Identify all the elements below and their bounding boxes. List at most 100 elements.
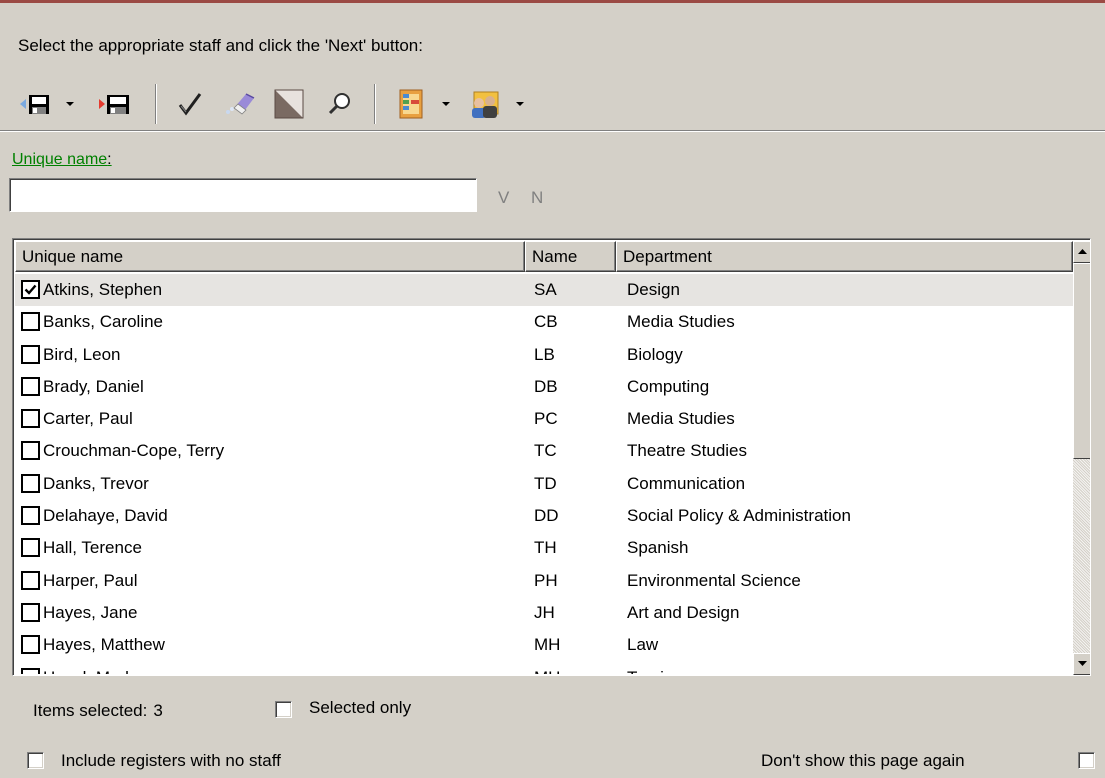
row-unique-name: Carter, Paul <box>43 409 133 429</box>
row-name: TC <box>534 441 557 461</box>
filter-v-label: V <box>498 188 510 207</box>
dropdown-arrow-icon <box>442 102 450 106</box>
checkmark-icon <box>178 93 202 116</box>
row-name: DD <box>534 506 559 526</box>
search-button[interactable] <box>320 82 360 126</box>
table-row[interactable]: Atkins, Stephen SA Design <box>15 274 1073 307</box>
row-department: Spanish <box>627 538 689 558</box>
dont-show-again-checkbox[interactable] <box>1078 752 1095 769</box>
row-name: MH <box>534 635 561 655</box>
select-all-button[interactable] <box>170 82 210 126</box>
clear-selection-button[interactable] <box>218 82 262 126</box>
row-name: TH <box>534 538 557 558</box>
invert-selection-button[interactable] <box>268 82 310 126</box>
unique-name-filter-label[interactable]: Unique name: <box>12 151 112 169</box>
table-row[interactable]: Hayes, Jane JH Art and Design <box>15 597 1073 629</box>
dont-show-again-label[interactable]: Don't show this page again <box>761 751 965 771</box>
staff-list[interactable]: Unique name Name Department Atkins, Step… <box>12 238 1091 676</box>
selected-only-label[interactable]: Selected only <box>309 698 411 718</box>
staff-group-dropdown[interactable] <box>508 82 532 126</box>
table-row[interactable]: Banks, Caroline CB Media Studies <box>15 306 1073 338</box>
save-previous-icon <box>20 95 49 114</box>
row-checkbox[interactable] <box>21 667 40 674</box>
instruction-text: Select the appropriate staff and click t… <box>18 36 423 55</box>
selected-only-checkbox[interactable] <box>275 701 292 718</box>
row-checkbox[interactable] <box>21 376 40 396</box>
table-row[interactable]: Harper, Paul PH Environmental Science <box>15 565 1073 597</box>
row-checkbox[interactable] <box>21 344 40 364</box>
table-row[interactable]: Hall, Terence TH Spanish <box>15 532 1073 564</box>
vertical-scrollbar[interactable] <box>1073 241 1090 675</box>
register-icon <box>399 89 423 119</box>
table-row[interactable]: Delahaye, David DD Social Policy & Adminis… <box>15 500 1073 532</box>
table-row[interactable]: Crouchman-Cope, Terry TC Theatre Studies <box>15 435 1073 467</box>
eraser-icon <box>226 93 255 115</box>
row-checkbox[interactable] <box>21 409 40 429</box>
include-registers-checkbox[interactable] <box>27 752 44 769</box>
row-unique-name: Bird, Leon <box>43 344 121 364</box>
row-unique-name: Harper, Paul <box>43 570 138 590</box>
items-selected-status: Items selected: 3 <box>33 701 163 721</box>
save-next-button[interactable] <box>84 82 146 126</box>
list-rows: Atkins, Stephen SA Design Banks, Caroline CB… <box>15 274 1073 674</box>
staff-group-icon <box>472 91 499 118</box>
save-previous-button[interactable] <box>14 82 58 126</box>
magnifier-icon <box>328 93 350 115</box>
column-header-unique-name[interactable]: Unique name <box>15 241 525 272</box>
dropdown-arrow-icon <box>66 102 74 106</box>
row-department: Law <box>627 635 659 655</box>
register-dropdown[interactable] <box>434 82 458 126</box>
row-checkbox[interactable] <box>21 506 40 526</box>
row-checkbox[interactable] <box>21 538 40 558</box>
include-registers-label[interactable]: Include registers with no staff <box>61 751 281 771</box>
row-checkbox[interactable] <box>21 280 40 299</box>
items-selected-label: Items selected: <box>33 701 148 720</box>
scroll-down-button[interactable] <box>1073 653 1090 675</box>
register-button[interactable] <box>390 82 434 126</box>
table-row[interactable]: Carter, Paul PC Media Studies <box>15 403 1073 435</box>
filter-n-label: N <box>531 188 544 207</box>
row-name: MH <box>534 668 560 674</box>
table-row[interactable]: Brady, Daniel DB Computing <box>15 371 1073 403</box>
staff-group-button[interactable] <box>460 82 508 126</box>
table-row[interactable]: Danks, Trevor TD Communication <box>15 468 1073 500</box>
items-selected-count: 3 <box>153 701 163 720</box>
table-row[interactable]: Hayes, Matthew MH Law <box>15 629 1073 661</box>
row-unique-name: Banks, Caroline <box>43 312 164 332</box>
row-department: Biology <box>627 344 683 364</box>
column-header-name[interactable]: Name <box>525 241 616 272</box>
scroll-thumb[interactable] <box>1073 263 1090 459</box>
row-checkbox[interactable] <box>21 312 40 332</box>
scroll-up-button[interactable] <box>1073 241 1090 263</box>
row-name: CB <box>534 312 558 332</box>
invert-selection-icon <box>274 89 304 119</box>
save-previous-dropdown[interactable] <box>58 82 82 126</box>
row-name: TD <box>534 473 557 493</box>
row-department: Theatre Studies <box>627 441 748 461</box>
row-name: JH <box>534 602 555 622</box>
row-name: LB <box>534 344 555 364</box>
dropdown-arrow-icon <box>516 102 524 106</box>
row-name: PH <box>534 570 558 590</box>
row-checkbox[interactable] <box>21 635 40 655</box>
row-checkbox[interactable] <box>21 441 40 461</box>
row-checkbox[interactable] <box>21 570 40 590</box>
row-unique-name: Crouchman-Cope, Terry <box>43 441 225 461</box>
row-department: Computing <box>627 376 710 396</box>
table-row[interactable]: Hazel, Mark MH Tourism <box>15 662 1073 674</box>
toolbar-divider <box>0 130 1105 132</box>
table-row[interactable]: Bird, Leon LB Biology <box>15 339 1073 371</box>
row-unique-name: Hall, Terence <box>43 538 142 558</box>
column-header-department[interactable]: Department <box>616 241 1073 272</box>
toolbar-separator <box>155 84 157 124</box>
row-unique-name: Danks, Trevor <box>43 473 149 493</box>
row-checkbox[interactable] <box>21 473 40 493</box>
row-unique-name: Hayes, Jane <box>43 602 138 622</box>
row-checkbox[interactable] <box>21 602 40 622</box>
unique-name-filter-input[interactable] <box>9 178 477 212</box>
check-mark-icon <box>24 284 37 295</box>
list-header: Unique name Name Department <box>15 241 1073 272</box>
row-department: Environmental Science <box>627 570 801 590</box>
row-name: DB <box>534 376 558 396</box>
row-unique-name: Delahaye, David <box>43 506 168 526</box>
